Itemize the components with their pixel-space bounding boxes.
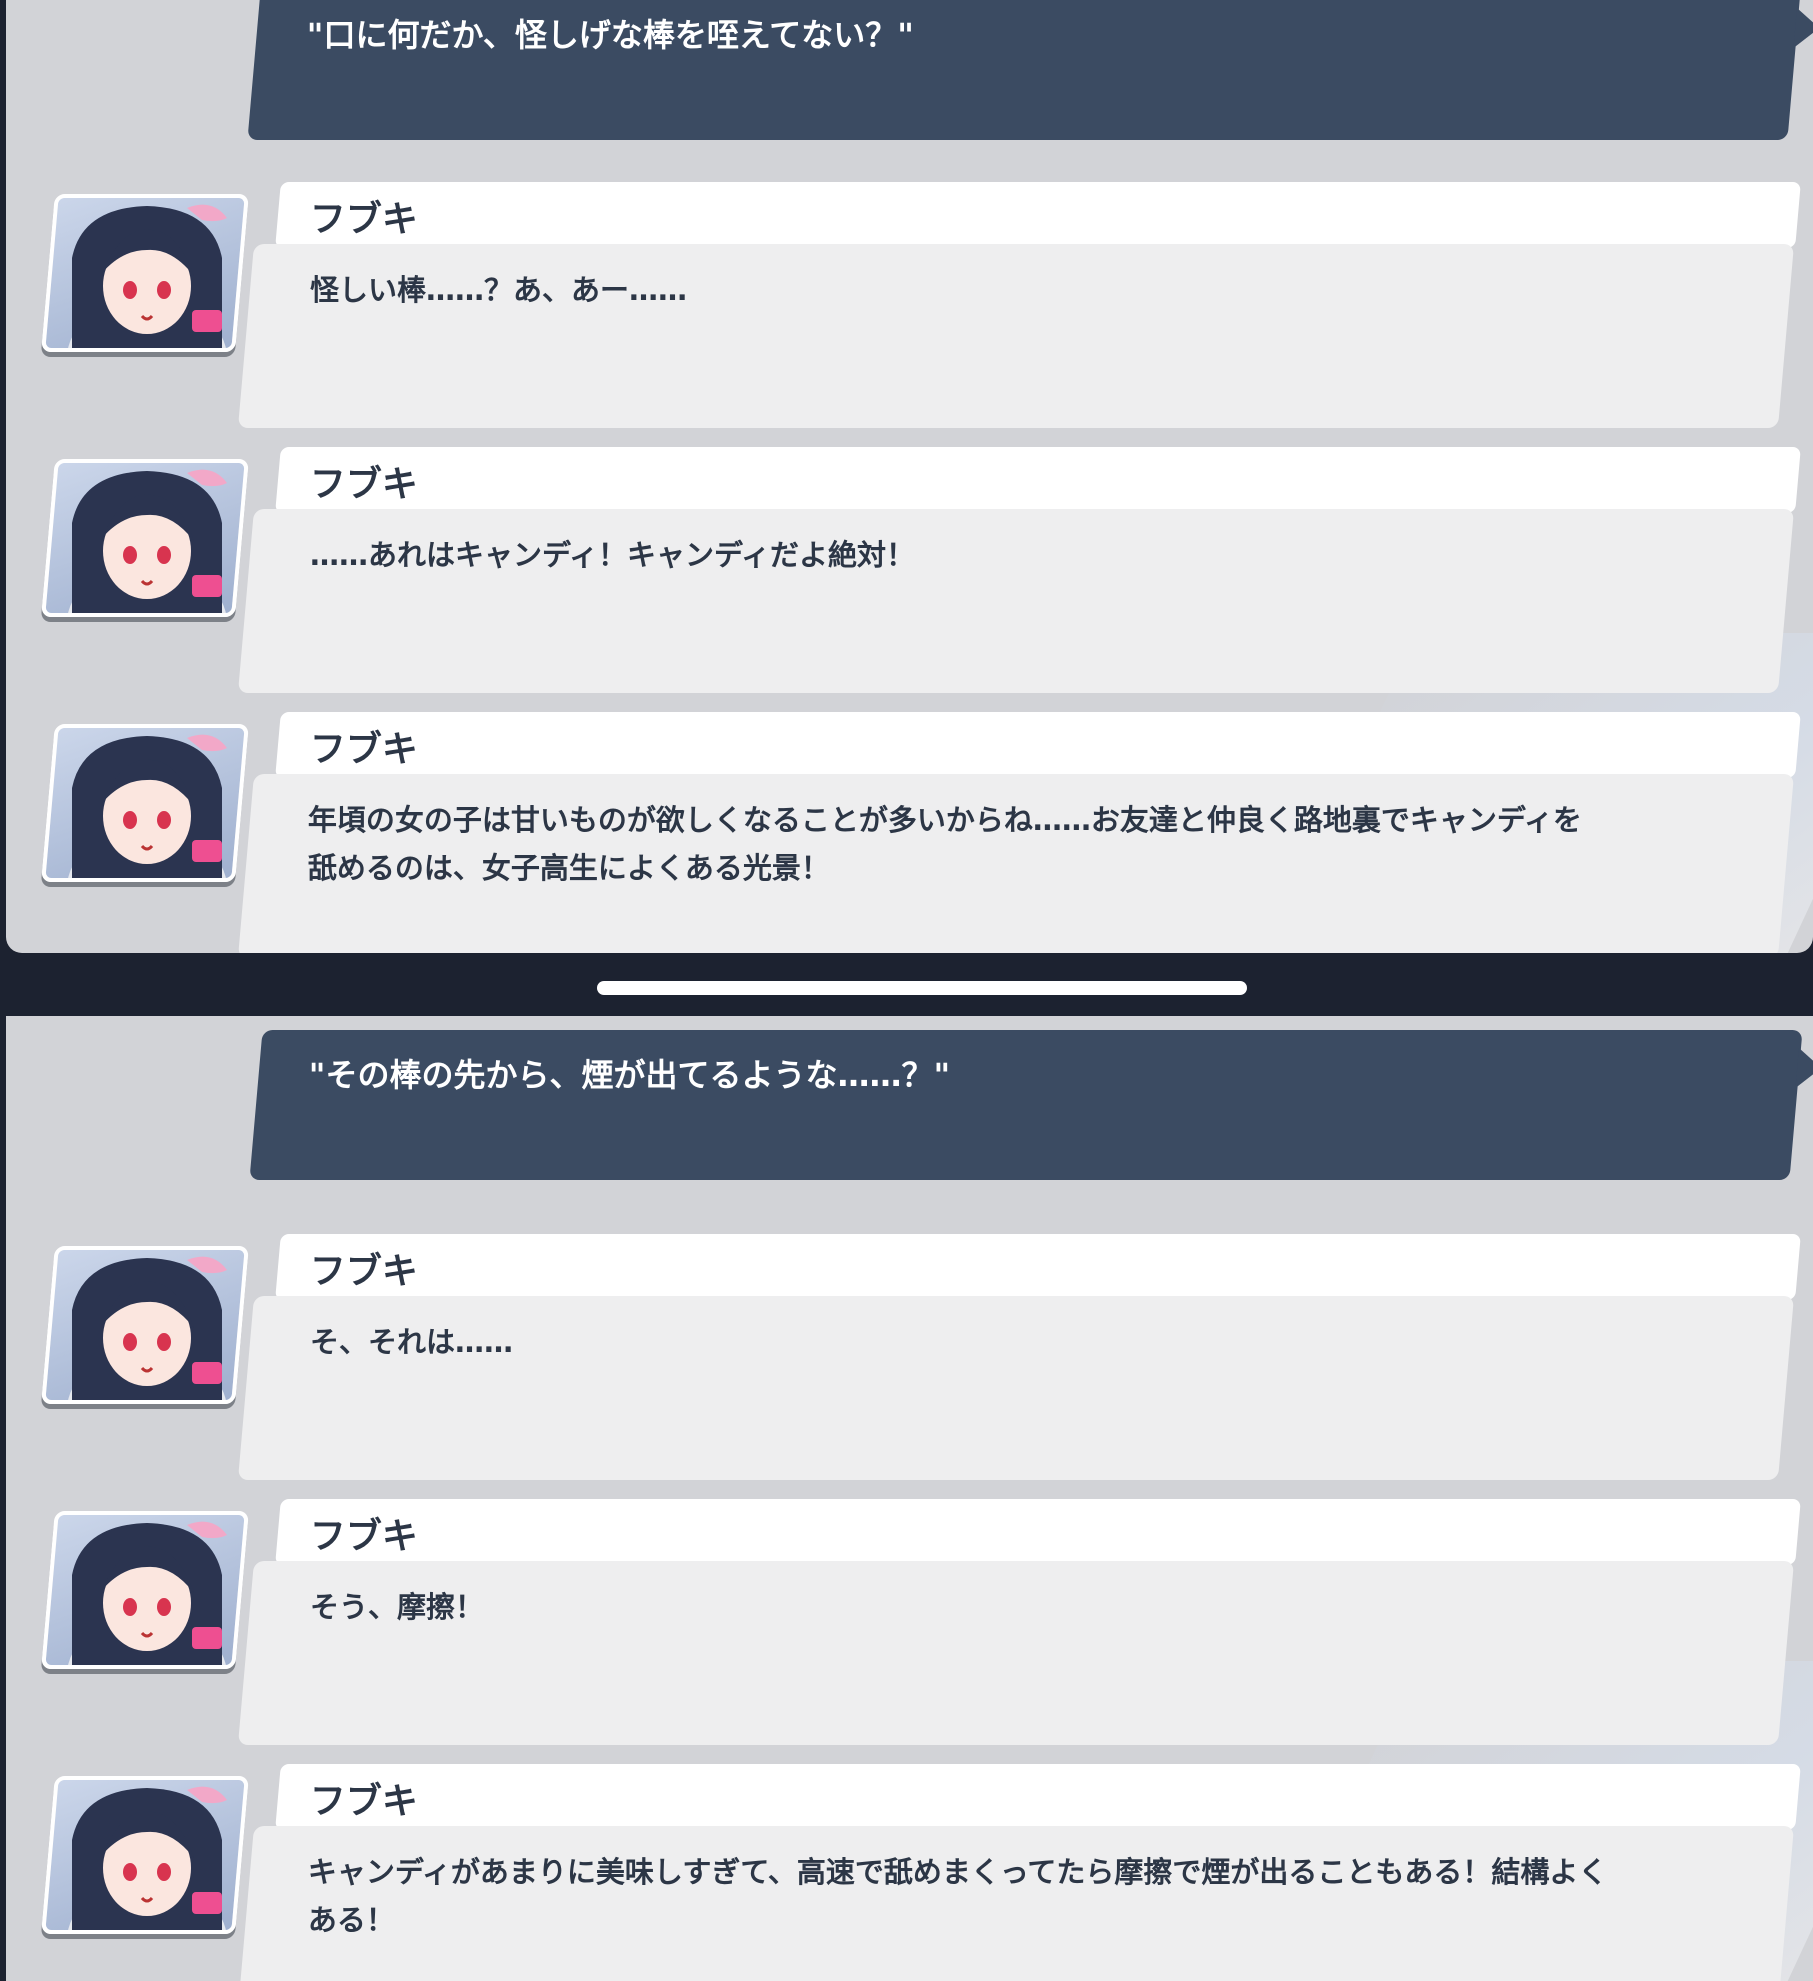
dialogue-log-panel-bottom: "その棒の先から、煙が出てるような……？" フブキ そ、それは…… フブキ そう… (6, 1016, 1813, 1981)
message-text: 怪しい棒……？あ、あー…… (310, 273, 688, 307)
dialogue-log-panel-top: "口に何だか、怪しげな棒を咥えてない？" フブキ 怪しい棒……？あ、あー…… フ… (6, 0, 1813, 953)
character-portrait-icon (67, 1786, 227, 1930)
home-indicator[interactable] (597, 981, 1247, 995)
character-portrait-icon (67, 469, 227, 613)
choice-arrow-icon (1793, 8, 1813, 48)
speaker-name-box: フブキ (275, 1499, 1801, 1565)
character-portrait-icon (67, 204, 227, 348)
speaker-name-box: フブキ (275, 447, 1801, 513)
speaker-name-box: フブキ (275, 1234, 1801, 1300)
avatar (41, 724, 249, 882)
message-box: そ、それは…… (237, 1296, 1795, 1480)
choice-bubble[interactable]: "その棒の先から、煙が出てるような……？" (249, 1030, 1813, 1180)
speaker-name-box: フブキ (275, 712, 1801, 778)
message-text: そう、摩擦！ (310, 1590, 485, 1624)
avatar (41, 1776, 249, 1934)
bubble-tail-icon (252, 1615, 274, 1651)
message-text: キャンディがあまりに美味しすぎて、高速で舐めまくってたら摩擦で煙が出ることもある… (307, 1855, 1608, 1937)
bubble-tail-icon (252, 298, 274, 334)
speaker-name: フブキ (309, 1251, 418, 1292)
character-portrait-icon (67, 1521, 227, 1665)
avatar (41, 1246, 249, 1404)
message-box: 怪しい棒……？あ、あー…… (237, 244, 1795, 428)
choice-text: "口に何だか、怪しげな棒を咥えてない？" (306, 16, 914, 54)
character-portrait-icon (67, 1256, 227, 1400)
bubble-tail-icon (252, 1350, 274, 1386)
choice-arrow-icon (1795, 1048, 1813, 1088)
bubble-tail-icon (252, 828, 274, 864)
message-text: 年頃の女の子は甘いものが欲しくなることが多いからね……お友達と仲良く路地裏でキャ… (307, 803, 1582, 885)
message-box: 年頃の女の子は甘いものが欲しくなることが多いからね……お友達と仲良く路地裏でキャ… (237, 774, 1795, 953)
avatar (41, 459, 249, 617)
message-box: ……あれはキャンディ！キャンディだよ絶対！ (237, 509, 1795, 693)
message-box: そう、摩擦！ (237, 1561, 1795, 1745)
speaker-name: フブキ (309, 1781, 418, 1822)
speaker-name: フブキ (309, 199, 418, 240)
message-row: フブキ そう、摩擦！ (6, 1499, 1813, 1749)
choice-text: "その棒の先から、煙が出てるような……？" (308, 1056, 951, 1094)
avatar (41, 1511, 249, 1669)
speaker-name: フブキ (309, 464, 418, 505)
speaker-name: フブキ (309, 729, 418, 770)
choice-bubble[interactable]: "口に何だか、怪しげな棒を咥えてない？" (247, 0, 1813, 140)
speaker-name: フブキ (309, 1516, 418, 1557)
message-row: フブキ ……あれはキャンディ！キャンディだよ絶対！ (6, 447, 1813, 697)
message-row: フブキ キャンディがあまりに美味しすぎて、高速で舐めまくってたら摩擦で煙が出るこ… (6, 1764, 1813, 1981)
speaker-name-box: フブキ (275, 1764, 1801, 1830)
avatar (41, 194, 249, 352)
message-text: そ、それは…… (310, 1325, 514, 1359)
bubble-tail-icon (252, 563, 274, 599)
message-row: フブキ 怪しい棒……？あ、あー…… (6, 182, 1813, 432)
message-text: ……あれはキャンディ！キャンディだよ絶対！ (310, 538, 915, 572)
message-row: フブキ 年頃の女の子は甘いものが欲しくなることが多いからね……お友達と仲良く路地… (6, 712, 1813, 953)
speaker-name-box: フブキ (275, 182, 1801, 248)
message-box: キャンディがあまりに美味しすぎて、高速で舐めまくってたら摩擦で煙が出ることもある… (237, 1826, 1795, 1981)
bubble-tail-icon (252, 1880, 274, 1916)
character-portrait-icon (67, 734, 227, 878)
message-row: フブキ そ、それは…… (6, 1234, 1813, 1484)
